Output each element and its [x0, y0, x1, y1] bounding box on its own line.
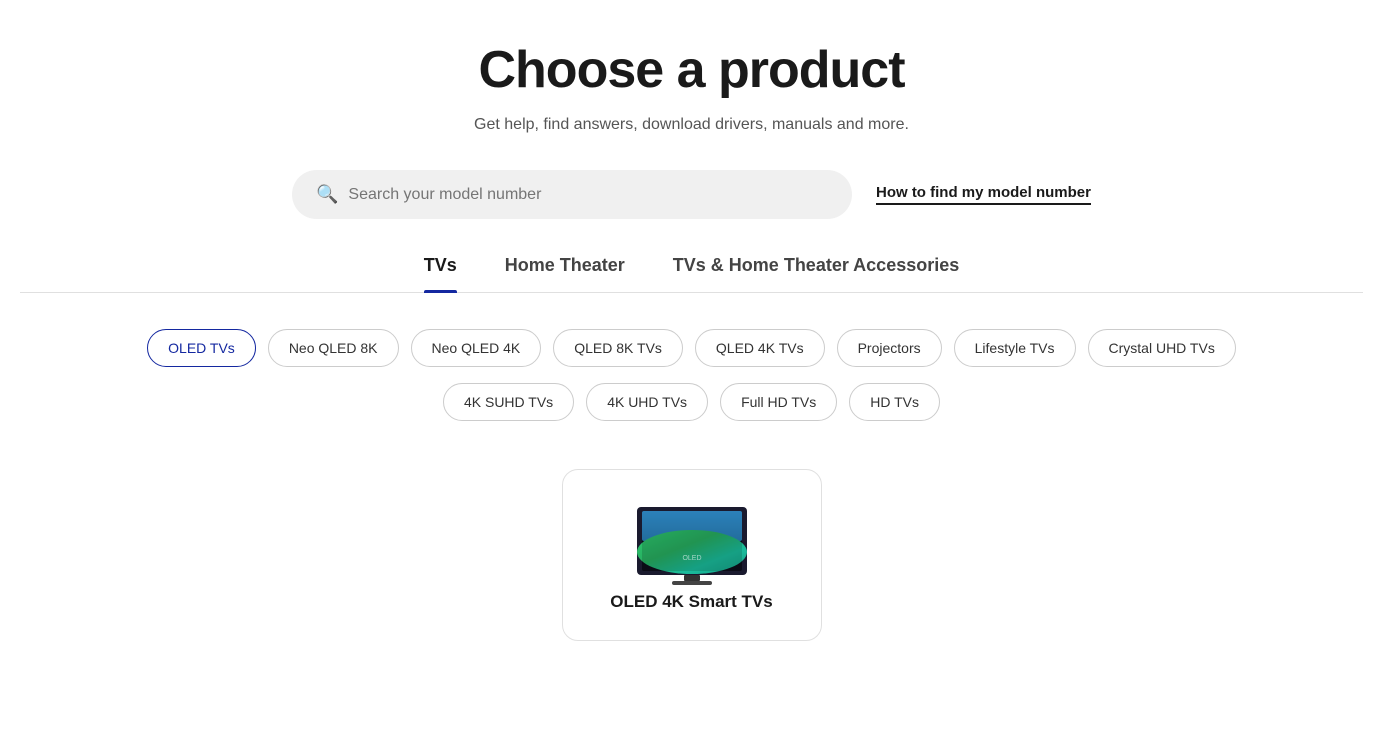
product-card-name: OLED 4K Smart TVs	[610, 592, 773, 612]
pill-qled-4k-tvs[interactable]: QLED 4K TVs	[695, 329, 825, 367]
svg-text:OLED: OLED	[682, 555, 701, 562]
search-icon: 🔍	[316, 184, 338, 205]
search-input[interactable]	[348, 186, 828, 204]
pills-row-2: 4K SUHD TVs 4K UHD TVs Full HD TVs HD TV…	[20, 383, 1363, 421]
pill-4k-uhd-tvs[interactable]: 4K UHD TVs	[586, 383, 708, 421]
search-bar[interactable]: 🔍	[292, 170, 852, 219]
tabs-row: TVs Home Theater TVs & Home Theater Acce…	[20, 255, 1363, 293]
search-row: 🔍 How to find my model number	[20, 170, 1363, 219]
pill-neo-qled-8k[interactable]: Neo QLED 8K	[268, 329, 399, 367]
pill-4k-suhd-tvs[interactable]: 4K SUHD TVs	[443, 383, 574, 421]
pill-projectors[interactable]: Projectors	[837, 329, 942, 367]
page-title: Choose a product	[20, 40, 1363, 100]
tab-tvs[interactable]: TVs	[424, 255, 457, 292]
page-wrapper: Choose a product Get help, find answers,…	[0, 0, 1383, 681]
product-card-oled-4k[interactable]: OLED OLED 4K Smart TVs	[562, 469, 822, 641]
tv-product-image: OLED	[632, 502, 752, 592]
model-number-link[interactable]: How to find my model number	[876, 184, 1091, 205]
pill-full-hd-tvs[interactable]: Full HD TVs	[720, 383, 837, 421]
pill-crystal-uhd-tvs[interactable]: Crystal UHD TVs	[1088, 329, 1236, 367]
tab-tvs-accessories[interactable]: TVs & Home Theater Accessories	[673, 255, 959, 292]
pill-neo-qled-4k[interactable]: Neo QLED 4K	[411, 329, 542, 367]
tab-home-theater[interactable]: Home Theater	[505, 255, 625, 292]
pills-row-1: OLED TVs Neo QLED 8K Neo QLED 4K QLED 8K…	[20, 329, 1363, 367]
pill-qled-8k-tvs[interactable]: QLED 8K TVs	[553, 329, 683, 367]
page-subtitle: Get help, find answers, download drivers…	[20, 116, 1363, 134]
pill-oled-tvs[interactable]: OLED TVs	[147, 329, 256, 367]
pill-lifestyle-tvs[interactable]: Lifestyle TVs	[954, 329, 1076, 367]
pill-hd-tvs[interactable]: HD TVs	[849, 383, 940, 421]
